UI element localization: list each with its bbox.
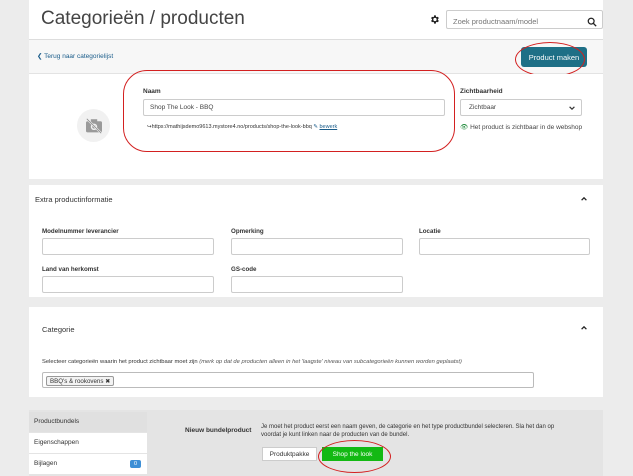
side-nav-item-eigenschappen[interactable]: Eigenschappen bbox=[29, 433, 147, 453]
category-instruction-note: (merk op dat de producten alleen in het … bbox=[199, 359, 462, 365]
page-title: Categorieën / producten bbox=[41, 8, 245, 29]
bundle-description: Je moet het product eerst een naam geven… bbox=[261, 424, 555, 438]
search-box[interactable] bbox=[446, 10, 603, 32]
highlight-circle bbox=[318, 440, 391, 473]
gs-code-label: GS-code bbox=[231, 266, 257, 273]
eye-icon: 👁 bbox=[460, 124, 469, 131]
search-icon[interactable] bbox=[587, 14, 597, 32]
country-of-origin-label: Land van herkomst bbox=[42, 266, 99, 273]
category-tag[interactable]: BBQ's & rookovens ✖ bbox=[46, 376, 115, 386]
model-number-field[interactable] bbox=[42, 238, 214, 255]
side-nav-item-bijlagen[interactable]: Bijlagen 0 bbox=[29, 454, 147, 474]
category-tag-label: BBQ's & rookovens bbox=[50, 378, 104, 385]
visibility-select[interactable]: Zichtbaar bbox=[460, 99, 582, 116]
category-instruction-text: Selecteer categorieën waarin het product… bbox=[42, 359, 198, 365]
side-nav-item-label: Bijlagen bbox=[34, 460, 58, 467]
count-badge: 0 bbox=[130, 460, 141, 468]
location-field[interactable] bbox=[419, 238, 590, 255]
note-field[interactable] bbox=[231, 238, 403, 255]
chevron-up-icon[interactable] bbox=[580, 324, 588, 334]
note-label: Opmerking bbox=[231, 228, 264, 235]
model-number-label: Modelnummer leverancier bbox=[42, 228, 119, 235]
country-of-origin-field[interactable] bbox=[42, 276, 214, 293]
visibility-status-text: Het product is zichtbaar in de webshop bbox=[470, 124, 583, 131]
visibility-label: Zichtbaarheid bbox=[460, 88, 503, 95]
visibility-value: Zichtbaar bbox=[469, 104, 497, 111]
back-to-categories-link[interactable]: ❮ Terug naar categorielijst bbox=[37, 52, 113, 60]
gear-icon[interactable] bbox=[429, 14, 440, 28]
chevron-up-icon[interactable] bbox=[580, 195, 588, 205]
highlight-circle bbox=[123, 70, 455, 152]
highlight-circle bbox=[515, 42, 585, 77]
location-label: Locatie bbox=[419, 228, 441, 235]
search-input[interactable] bbox=[447, 13, 577, 30]
produktpakke-button[interactable]: Produktpakke bbox=[262, 447, 317, 461]
new-bundle-label: Nieuw bundelproduct bbox=[185, 427, 252, 434]
gs-code-field[interactable] bbox=[231, 276, 403, 293]
chevron-down-icon bbox=[568, 104, 576, 114]
no-photo-icon[interactable] bbox=[77, 109, 110, 142]
category-header[interactable]: Categorie bbox=[42, 325, 75, 334]
side-nav-item-productbundels[interactable]: Productbundels bbox=[29, 412, 147, 432]
visibility-status: 👁 Het product is zichtbaar in de webshop bbox=[460, 124, 585, 133]
side-nav: Productbundels Eigenschappen Bijlagen 0 bbox=[29, 412, 147, 476]
category-select-field[interactable]: BBQ's & rookovens ✖ bbox=[42, 372, 534, 388]
page-header: Categorieën / producten bbox=[29, 0, 603, 40]
close-icon[interactable]: ✖ bbox=[105, 378, 110, 385]
extra-info-header[interactable]: Extra productinformatie bbox=[35, 195, 113, 204]
category-instruction: Selecteer categorieën waarin het product… bbox=[42, 359, 462, 365]
